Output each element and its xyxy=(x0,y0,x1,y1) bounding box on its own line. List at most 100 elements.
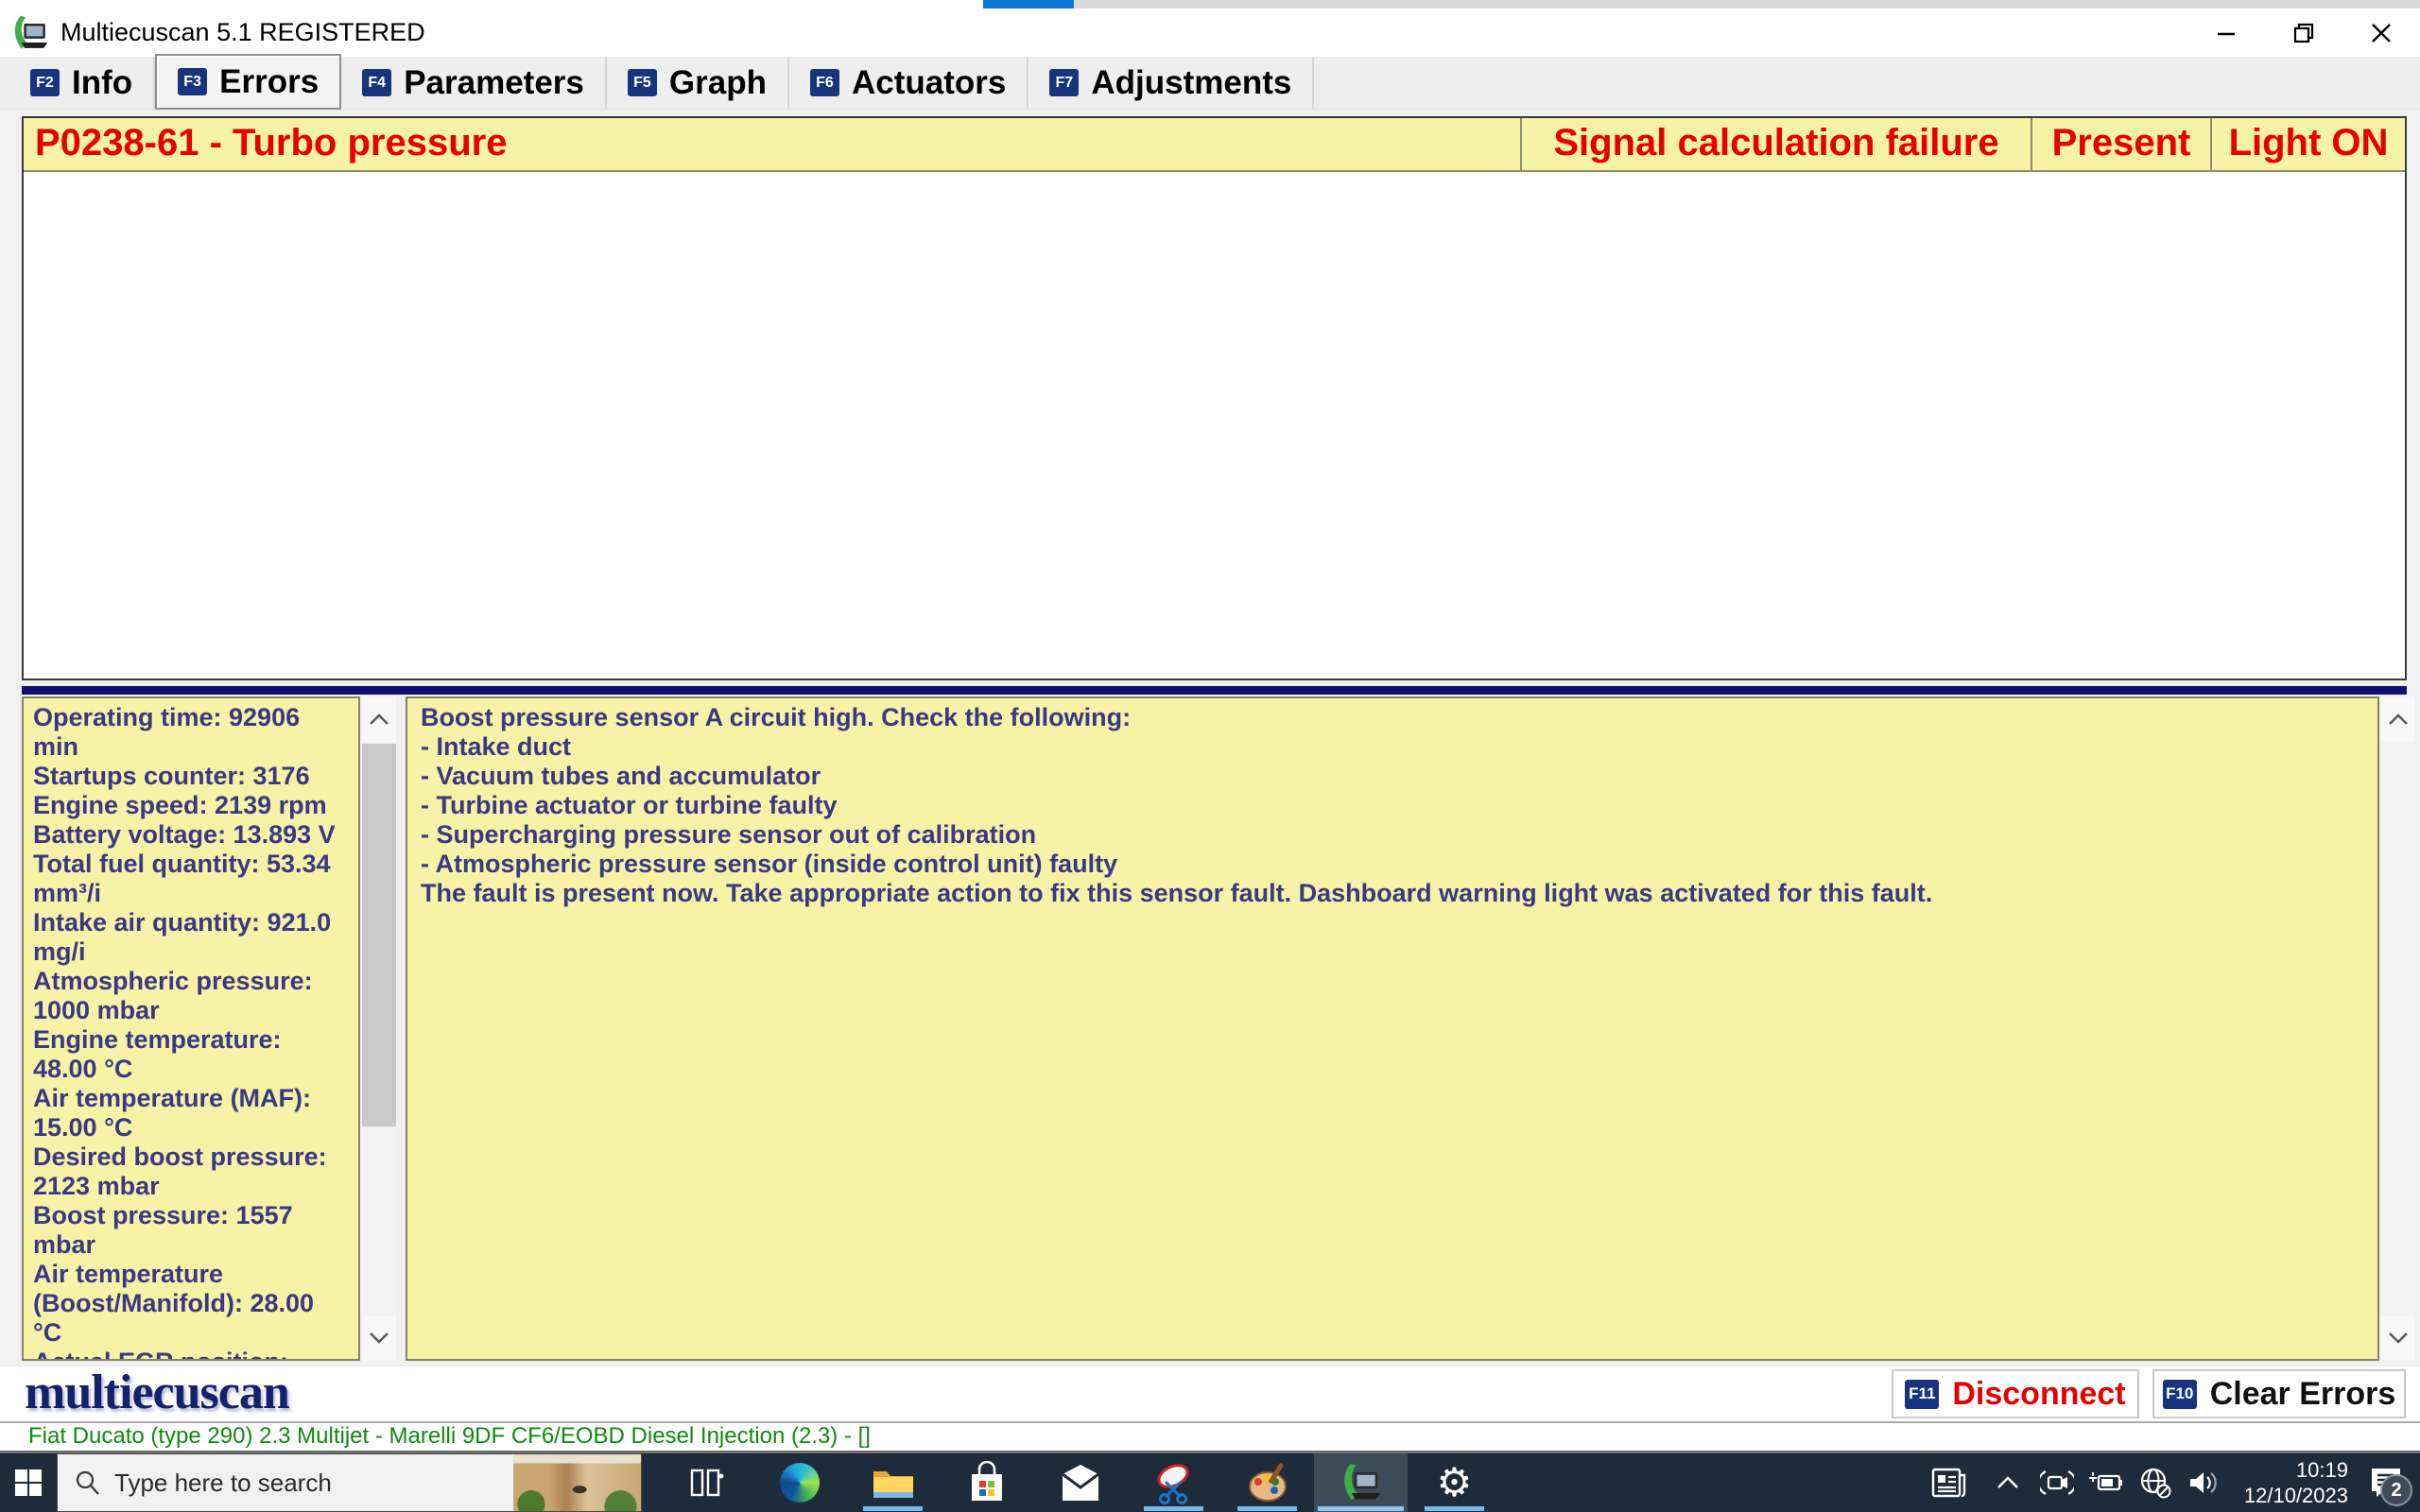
multiecuscan-logo: multiecuscan xyxy=(25,1366,290,1419)
running-indicator xyxy=(1237,1506,1297,1511)
file-explorer-button[interactable] xyxy=(846,1453,940,1512)
gear-icon: ⚙ xyxy=(1436,1459,1473,1505)
freeze-frame-scrollbar[interactable] xyxy=(362,696,396,1361)
page: { "window": { "title": "Multiecuscan 5.1… xyxy=(0,0,2420,1512)
start-button[interactable] xyxy=(0,1453,57,1512)
volume-button[interactable] xyxy=(2180,1453,2229,1512)
error-light-cell[interactable]: Light ON xyxy=(2212,118,2405,172)
disconnect-label: Disconnect xyxy=(1952,1375,2126,1412)
taskbar: ⚙ xyxy=(0,1453,2420,1512)
tab-bar: F2 Info F3 Errors F4 Parameters F5 Graph… xyxy=(0,54,2420,110)
tab-adjustments[interactable]: F7 Adjustments xyxy=(1028,57,1315,109)
clock[interactable]: 10:19 12/10/2023 xyxy=(2229,1453,2352,1512)
tab-label: Adjustments xyxy=(1091,63,1292,101)
list-item: Atmospheric pressure: 1000 mbar xyxy=(33,967,313,1024)
top-edge-strip xyxy=(0,0,2420,9)
description-scrollbar[interactable] xyxy=(2381,696,2415,1361)
list-item: Boost pressure sensor A circuit high. Ch… xyxy=(421,703,1132,731)
paint-icon xyxy=(1248,1463,1287,1502)
list-item: Boost pressure: 1557 mbar xyxy=(33,1201,293,1259)
battery-button[interactable] xyxy=(2082,1453,2131,1512)
paint-button[interactable] xyxy=(1220,1453,1314,1512)
multiecuscan-icon xyxy=(1343,1463,1380,1501)
description-panel: Boost pressure sensor A circuit high. Ch… xyxy=(406,696,2379,1361)
error-row[interactable]: P0238-61 - Turbo pressure Signal calcula… xyxy=(24,118,2405,172)
edge-button[interactable] xyxy=(752,1453,846,1512)
store-button[interactable] xyxy=(940,1453,1033,1512)
tab-actuators[interactable]: F6 Actuators xyxy=(789,57,1029,109)
snipping-tool-icon xyxy=(1156,1464,1189,1504)
fkey-badge: F3 xyxy=(178,68,208,95)
panel-splitter[interactable] xyxy=(22,686,2407,695)
tab-graph[interactable]: F5 Graph xyxy=(607,57,789,109)
search-input[interactable] xyxy=(114,1468,389,1498)
title-bar: Multiecuscan 5.1 REGISTERED xyxy=(0,9,2420,57)
list-item: Air temperature (Boost/Manifold): 28.00 … xyxy=(33,1260,315,1347)
list-item: - Supercharging pressure sensor out of c… xyxy=(421,820,1037,849)
list-item: Intake air quantity: 921.0 mg/i xyxy=(33,908,332,966)
network-button[interactable] xyxy=(2131,1453,2180,1512)
chevron-down-icon xyxy=(2389,1332,2408,1344)
tab-errors[interactable]: F3 Errors xyxy=(155,54,342,110)
list-item: Air temperature (MAF): 15.00 °C xyxy=(33,1084,312,1142)
search-highlight-image[interactable] xyxy=(513,1454,641,1511)
close-button[interactable] xyxy=(2342,9,2420,57)
windows-icon xyxy=(15,1469,42,1496)
notification-center-button[interactable]: 2 xyxy=(2352,1453,2420,1512)
clock-time: 10:19 xyxy=(2295,1458,2348,1482)
running-indicator xyxy=(1144,1506,1203,1511)
close-icon xyxy=(2372,23,2391,43)
top-edge-blue-segment xyxy=(983,0,1074,9)
list-item: Actual EGR position: 0.037 mm xyxy=(33,1348,349,1359)
tab-label: Errors xyxy=(219,62,320,100)
vehicle-status-text: Fiat Ducato (type 290) 2.3 Multijet - Ma… xyxy=(28,1423,871,1449)
error-failure-cell[interactable]: Signal calculation failure xyxy=(1522,118,2032,172)
mail-button[interactable] xyxy=(1033,1453,1127,1512)
restore-button[interactable] xyxy=(2265,9,2342,57)
taskbar-spacer xyxy=(1501,1453,1915,1512)
minimize-button[interactable] xyxy=(2187,9,2265,57)
restore-icon xyxy=(2293,23,2314,43)
folder-icon xyxy=(873,1471,913,1498)
battery-icon xyxy=(2089,1472,2122,1491)
clock-date: 12/10/2023 xyxy=(2243,1484,2348,1507)
error-list: P0238-61 - Turbo pressure Signal calcula… xyxy=(22,116,2407,680)
window-title: Multiecuscan 5.1 REGISTERED xyxy=(60,18,425,46)
task-view-icon xyxy=(690,1469,723,1497)
scroll-thumb[interactable] xyxy=(362,744,396,1126)
list-item: The fault is present now. Take appropria… xyxy=(421,879,1933,907)
scroll-down-button[interactable] xyxy=(2381,1315,2415,1361)
tab-label: Actuators xyxy=(851,63,1007,101)
status-bar: Fiat Ducato (type 290) 2.3 Multijet - Ma… xyxy=(0,1421,2420,1453)
fkey-badge: F10 xyxy=(2162,1379,2197,1409)
error-code-cell[interactable]: P0238-61 - Turbo pressure xyxy=(24,118,1522,172)
multiecuscan-app-icon xyxy=(14,15,48,49)
running-indicator xyxy=(1425,1506,1484,1511)
task-view-button[interactable] xyxy=(659,1453,752,1512)
list-item: - Turbine actuator or turbine faulty xyxy=(421,791,838,819)
volume-icon xyxy=(2190,1472,2217,1493)
search-icon xyxy=(76,1470,99,1495)
error-state-cell[interactable]: Present xyxy=(2032,118,2212,172)
network-globe-icon xyxy=(2140,1468,2171,1499)
snipping-tool-button[interactable] xyxy=(1127,1453,1220,1512)
clear-errors-button[interactable]: F10 Clear Errors xyxy=(2152,1369,2406,1418)
scroll-up-button[interactable] xyxy=(2381,696,2415,742)
disconnect-button[interactable]: F11 Disconnect xyxy=(1892,1369,2139,1418)
multiecuscan-taskbar-button[interactable] xyxy=(1314,1453,1408,1512)
search-box[interactable] xyxy=(57,1453,642,1512)
tab-parameters[interactable]: F4 Parameters xyxy=(341,57,607,109)
settings-button[interactable]: ⚙ xyxy=(1408,1453,1501,1512)
tab-label: Parameters xyxy=(404,63,584,101)
tray-expand-button[interactable] xyxy=(1983,1453,2032,1512)
clear-errors-label: Clear Errors xyxy=(2209,1375,2396,1412)
news-button[interactable] xyxy=(1915,1453,1983,1512)
minimize-icon xyxy=(2218,32,2235,35)
footer: multiecuscan F11 Disconnect F10 Clear Er… xyxy=(0,1366,2420,1421)
list-item: Battery voltage: 13.893 V xyxy=(33,820,336,849)
scroll-down-button[interactable] xyxy=(362,1315,396,1361)
scroll-up-button[interactable] xyxy=(362,696,396,742)
tab-info[interactable]: F2 Info xyxy=(9,57,156,109)
running-indicator xyxy=(1318,1506,1404,1511)
meet-now-button[interactable] xyxy=(2032,1453,2082,1512)
